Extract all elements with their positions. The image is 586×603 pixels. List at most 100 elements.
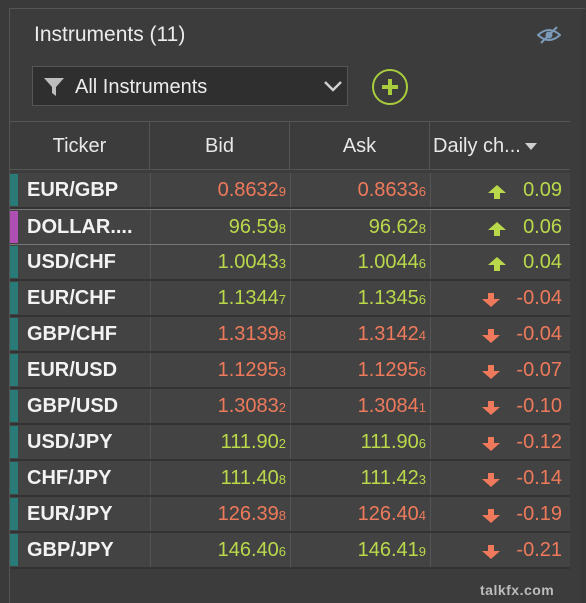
- row-color-marker: [10, 174, 18, 206]
- eye-off-icon[interactable]: [536, 25, 562, 45]
- bid-pip: 8: [278, 508, 286, 523]
- bid-pip: 3: [278, 256, 286, 271]
- ask-cell[interactable]: 1.12956: [290, 353, 426, 387]
- table-row[interactable]: EUR/CHF 1.13447 1.13456 -0.04: [10, 281, 570, 317]
- bid-pip: 3: [278, 364, 286, 379]
- daily-change-cell: -0.10: [516, 395, 562, 417]
- bid-pip: 8: [278, 472, 286, 487]
- ask-pip: 6: [418, 292, 426, 307]
- row-color-marker: [10, 318, 18, 350]
- add-instrument-button[interactable]: [372, 69, 408, 105]
- table-row[interactable]: GBP/CHF 1.31398 1.31424 -0.04: [10, 317, 570, 353]
- ask-cell[interactable]: 146.419: [290, 533, 426, 567]
- daily-change-cell: -0.21: [516, 539, 562, 561]
- ask-main: 1.1345: [357, 287, 419, 309]
- bid-cell[interactable]: 1.12953: [150, 353, 286, 387]
- table-header: Ticker Bid Ask Daily ch...: [10, 121, 570, 170]
- daily-change-cell: 0.04: [523, 251, 562, 273]
- ask-cell[interactable]: 126.404: [290, 497, 426, 531]
- bid-cell[interactable]: 126.398: [150, 497, 286, 531]
- column-header-daily-change[interactable]: Daily ch...: [430, 122, 570, 170]
- sort-desc-icon: [524, 143, 537, 151]
- row-color-marker: [10, 246, 18, 278]
- row-color-marker: [10, 211, 18, 243]
- instrument-filter-dropdown[interactable]: All Instruments: [32, 66, 348, 106]
- bid-pip: 7: [278, 292, 286, 307]
- table-row[interactable]: GBP/JPY 146.406 146.419 -0.21: [10, 533, 570, 569]
- row-color-marker: [10, 426, 18, 458]
- ticker-cell: GBP/JPY: [27, 539, 114, 561]
- table-row[interactable]: EUR/USD 1.12953 1.12956 -0.07: [10, 353, 570, 389]
- column-header-ticker[interactable]: Ticker: [10, 122, 150, 170]
- scrollbar[interactable]: [581, 9, 585, 603]
- ticker-cell: EUR/JPY: [27, 503, 113, 525]
- bid-cell[interactable]: 1.31398: [150, 317, 286, 351]
- table-row[interactable]: EUR/JPY 126.398 126.404 -0.19: [10, 497, 570, 533]
- ask-pip: 4: [418, 508, 426, 523]
- bid-cell[interactable]: 96.598: [150, 210, 286, 244]
- ask-cell[interactable]: 0.86336: [290, 173, 426, 207]
- daily-change-cell: -0.14: [516, 467, 562, 489]
- bid-main: 0.8632: [217, 179, 279, 201]
- daily-change-cell: 0.06: [523, 216, 562, 238]
- ask-cell[interactable]: 111.423: [290, 461, 426, 495]
- bid-cell[interactable]: 111.902: [150, 425, 286, 459]
- ask-main: 146.41: [357, 539, 419, 561]
- column-header-ask[interactable]: Ask: [290, 122, 430, 170]
- ask-main: 126.40: [357, 503, 419, 525]
- bid-main: 1.0043: [217, 251, 279, 273]
- bid-main: 1.3139: [217, 323, 279, 345]
- table-row[interactable]: EUR/GBP 0.86329 0.86336 0.09: [10, 173, 570, 209]
- ask-pip: 6: [418, 436, 426, 451]
- ask-main: 1.1295: [357, 359, 419, 381]
- bid-cell[interactable]: 1.13447: [150, 281, 286, 315]
- ask-pip: 3: [418, 472, 426, 487]
- table-row[interactable]: DOLLAR.... 96.598 96.628 0.06: [10, 209, 570, 246]
- bid-pip: 6: [278, 544, 286, 559]
- filter-label: All Instruments: [75, 76, 208, 98]
- daily-change-cell: -0.07: [516, 359, 562, 381]
- daily-change-cell: 0.09: [523, 179, 562, 201]
- ask-main: 111.42: [360, 467, 419, 489]
- chevron-down-icon: [323, 79, 343, 93]
- plus-icon: [382, 79, 398, 95]
- column-header-bid[interactable]: Bid: [150, 122, 290, 170]
- table-row[interactable]: CHF/JPY 111.408 111.423 -0.14: [10, 461, 570, 497]
- bid-cell[interactable]: 1.00433: [150, 245, 286, 279]
- bid-main: 126.39: [217, 503, 279, 525]
- row-color-marker: [10, 534, 18, 566]
- panel-header: Instruments (11): [10, 9, 585, 61]
- bid-pip: 8: [278, 328, 286, 343]
- bid-cell[interactable]: 111.408: [150, 461, 286, 495]
- filter-icon: [43, 76, 65, 98]
- table-row[interactable]: USD/JPY 111.902 111.906 -0.12: [10, 425, 570, 461]
- panel-title: Instruments (11): [34, 23, 186, 46]
- ask-cell[interactable]: 1.30841: [290, 389, 426, 423]
- ask-main: 1.0044: [357, 251, 419, 273]
- ticker-cell: DOLLAR....: [27, 216, 133, 238]
- row-color-marker: [10, 498, 18, 530]
- row-color-marker: [10, 462, 18, 494]
- bid-main: 111.90: [220, 431, 279, 453]
- bid-cell[interactable]: 1.30832: [150, 389, 286, 423]
- bid-pip: 9: [278, 184, 286, 199]
- column-header-daily-change-label: Daily ch...: [433, 135, 521, 157]
- ask-pip: 9: [418, 544, 426, 559]
- ask-cell[interactable]: 1.00446: [290, 245, 426, 279]
- bid-main: 1.1295: [217, 359, 279, 381]
- bid-cell[interactable]: 146.406: [150, 533, 286, 567]
- ask-cell[interactable]: 96.628: [290, 210, 426, 244]
- ask-cell[interactable]: 1.31424: [290, 317, 426, 351]
- bid-main: 1.1344: [217, 287, 279, 309]
- watermark: talkfx.com: [480, 582, 555, 598]
- ask-pip: 6: [418, 184, 426, 199]
- ask-cell[interactable]: 111.906: [290, 425, 426, 459]
- ask-cell[interactable]: 1.13456: [290, 281, 426, 315]
- ticker-cell: USD/CHF: [27, 251, 116, 273]
- ticker-cell: GBP/CHF: [27, 323, 117, 345]
- table-row[interactable]: GBP/USD 1.30832 1.30841 -0.10: [10, 389, 570, 425]
- bid-cell[interactable]: 0.86329: [150, 173, 286, 207]
- bid-pip: 8: [278, 221, 286, 236]
- table-row[interactable]: USD/CHF 1.00433 1.00446 0.04: [10, 245, 570, 281]
- daily-change-cell: -0.19: [516, 503, 562, 525]
